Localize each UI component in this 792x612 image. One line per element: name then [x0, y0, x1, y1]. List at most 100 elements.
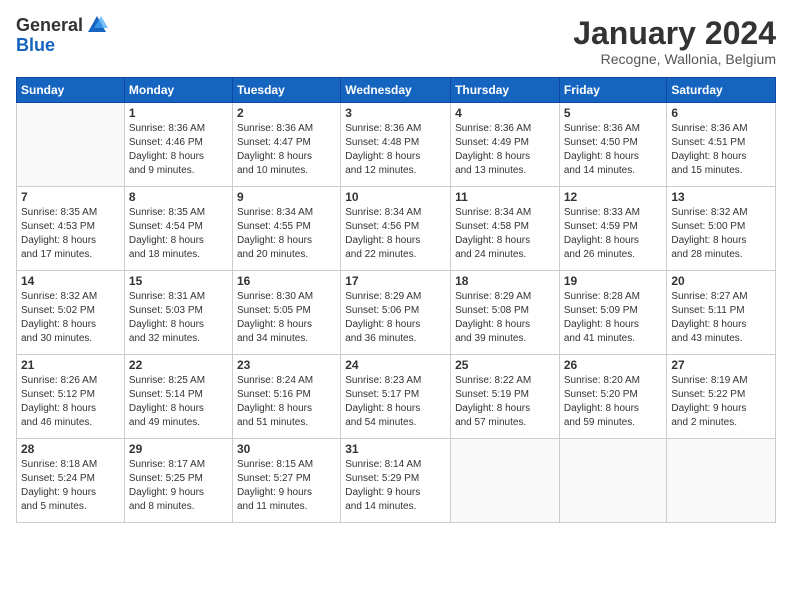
day-info: Sunrise: 8:36 AM Sunset: 4:46 PM Dayligh… — [129, 122, 228, 178]
day-info: Sunrise: 8:34 AM Sunset: 4:56 PM Dayligh… — [345, 206, 446, 262]
weekday-header-row: SundayMondayTuesdayWednesdayThursdayFrid… — [17, 78, 776, 103]
calendar-cell: 31 Sunrise: 8:14 AM Sunset: 5:29 PM Dayli… — [341, 439, 451, 523]
calendar-week-row: 21Sunrise: 8:26 AM Sunset: 5:12 PM Dayli… — [17, 355, 776, 439]
day-info: Sunrise: 8:17 AM Sunset: 5:25 PM Dayligh… — [129, 458, 228, 514]
month-title: January 2024 — [573, 16, 776, 51]
day-info: Sunrise: 8:20 AM Sunset: 5:20 PM Dayligh… — [564, 374, 663, 430]
calendar-week-row: 14 Sunrise: 8:32 AM Sunset: 5:02 PM Dayli… — [17, 271, 776, 355]
calendar-cell: 30 Sunrise: 8:15 AM Sunset: 5:27 PM Dayli… — [232, 439, 340, 523]
title-section: January 2024 Recogne, Wallonia, Belgium — [573, 16, 776, 67]
logo-blue: Blue — [16, 36, 108, 56]
calendar-cell: 3 Sunrise: 8:36 AM Sunset: 4:48 PM Daylig… — [341, 103, 451, 187]
calendar-cell: 27 Sunrise: 8:19 AM Sunset: 5:22 PM Dayli… — [667, 355, 776, 439]
day-number: 11 — [455, 190, 555, 204]
day-info: Sunrise: 8:32 AM Sunset: 5:02 PM Dayligh… — [21, 290, 120, 346]
calendar-cell: 7 Sunrise: 8:35 AM Sunset: 4:53 PM Daylig… — [17, 187, 125, 271]
day-info: Sunrise: 8:15 AM Sunset: 5:27 PM Dayligh… — [237, 458, 336, 514]
day-info: Sunrise: 8:29 AM Sunset: 5:08 PM Dayligh… — [455, 290, 555, 346]
weekday-header-sunday: Sunday — [17, 78, 125, 103]
calendar-cell: 13 Sunrise: 8:32 AM Sunset: 5:00 PM Dayli… — [667, 187, 776, 271]
calendar-cell: 10Sunrise: 8:34 AM Sunset: 4:56 PM Dayli… — [341, 187, 451, 271]
calendar-cell: 8 Sunrise: 8:35 AM Sunset: 4:54 PM Daylig… — [124, 187, 232, 271]
day-number: 19 — [564, 274, 663, 288]
day-info: Sunrise: 8:31 AM Sunset: 5:03 PM Dayligh… — [129, 290, 228, 346]
calendar-table: SundayMondayTuesdayWednesdayThursdayFrid… — [16, 77, 776, 523]
day-info: Sunrise: 8:25 AM Sunset: 5:14 PM Dayligh… — [129, 374, 228, 430]
day-info: Sunrise: 8:33 AM Sunset: 4:59 PM Dayligh… — [564, 206, 663, 262]
day-number: 4 — [455, 106, 555, 120]
day-number: 18 — [455, 274, 555, 288]
day-number: 20 — [671, 274, 771, 288]
day-number: 6 — [671, 106, 771, 120]
logo-general: General — [16, 16, 83, 36]
calendar-cell — [451, 439, 560, 523]
calendar-week-row: 1 Sunrise: 8:36 AM Sunset: 4:46 PM Daylig… — [17, 103, 776, 187]
calendar-cell: 22 Sunrise: 8:25 AM Sunset: 5:14 PM Dayli… — [124, 355, 232, 439]
calendar-cell: 23Sunrise: 8:24 AM Sunset: 5:16 PM Dayli… — [232, 355, 340, 439]
day-number: 27 — [671, 358, 771, 372]
day-info: Sunrise: 8:36 AM Sunset: 4:47 PM Dayligh… — [237, 122, 336, 178]
day-info: Sunrise: 8:36 AM Sunset: 4:49 PM Dayligh… — [455, 122, 555, 178]
calendar-cell: 15 Sunrise: 8:31 AM Sunset: 5:03 PM Dayli… — [124, 271, 232, 355]
day-info: Sunrise: 8:26 AM Sunset: 5:12 PM Dayligh… — [21, 374, 120, 430]
calendar-cell: 24Sunrise: 8:23 AM Sunset: 5:17 PM Dayli… — [341, 355, 451, 439]
weekday-header-saturday: Saturday — [667, 78, 776, 103]
day-info: Sunrise: 8:19 AM Sunset: 5:22 PM Dayligh… — [671, 374, 771, 430]
weekday-header-monday: Monday — [124, 78, 232, 103]
day-number: 12 — [564, 190, 663, 204]
day-info: Sunrise: 8:32 AM Sunset: 5:00 PM Dayligh… — [671, 206, 771, 262]
calendar-cell: 11 Sunrise: 8:34 AM Sunset: 4:58 PM Dayli… — [451, 187, 560, 271]
day-number: 3 — [345, 106, 446, 120]
day-info: Sunrise: 8:36 AM Sunset: 4:48 PM Dayligh… — [345, 122, 446, 178]
day-number: 2 — [237, 106, 336, 120]
header: General Blue January 2024 Recogne, Wallo… — [16, 16, 776, 67]
calendar-cell: 21Sunrise: 8:26 AM Sunset: 5:12 PM Dayli… — [17, 355, 125, 439]
day-number: 14 — [21, 274, 120, 288]
day-number: 22 — [129, 358, 228, 372]
calendar-week-row: 28 Sunrise: 8:18 AM Sunset: 5:24 PM Dayli… — [17, 439, 776, 523]
day-info: Sunrise: 8:27 AM Sunset: 5:11 PM Dayligh… — [671, 290, 771, 346]
day-number: 15 — [129, 274, 228, 288]
day-info: Sunrise: 8:18 AM Sunset: 5:24 PM Dayligh… — [21, 458, 120, 514]
calendar-cell: 1 Sunrise: 8:36 AM Sunset: 4:46 PM Daylig… — [124, 103, 232, 187]
weekday-header-tuesday: Tuesday — [232, 78, 340, 103]
day-number: 13 — [671, 190, 771, 204]
calendar-cell — [667, 439, 776, 523]
day-info: Sunrise: 8:22 AM Sunset: 5:19 PM Dayligh… — [455, 374, 555, 430]
day-number: 9 — [237, 190, 336, 204]
calendar-week-row: 7 Sunrise: 8:35 AM Sunset: 4:53 PM Daylig… — [17, 187, 776, 271]
day-number: 7 — [21, 190, 120, 204]
day-number: 8 — [129, 190, 228, 204]
calendar-cell: 29Sunrise: 8:17 AM Sunset: 5:25 PM Dayli… — [124, 439, 232, 523]
weekday-header-wednesday: Wednesday — [341, 78, 451, 103]
calendar-cell: 17Sunrise: 8:29 AM Sunset: 5:06 PM Dayli… — [341, 271, 451, 355]
day-number: 28 — [21, 442, 120, 456]
day-number: 26 — [564, 358, 663, 372]
day-info: Sunrise: 8:35 AM Sunset: 4:54 PM Dayligh… — [129, 206, 228, 262]
calendar-cell: 4 Sunrise: 8:36 AM Sunset: 4:49 PM Daylig… — [451, 103, 560, 187]
weekday-header-thursday: Thursday — [451, 78, 560, 103]
calendar-cell — [17, 103, 125, 187]
calendar-cell: 5Sunrise: 8:36 AM Sunset: 4:50 PM Daylig… — [559, 103, 667, 187]
day-number: 1 — [129, 106, 228, 120]
day-info: Sunrise: 8:34 AM Sunset: 4:58 PM Dayligh… — [455, 206, 555, 262]
calendar-cell: 19Sunrise: 8:28 AM Sunset: 5:09 PM Dayli… — [559, 271, 667, 355]
weekday-header-friday: Friday — [559, 78, 667, 103]
day-info: Sunrise: 8:35 AM Sunset: 4:53 PM Dayligh… — [21, 206, 120, 262]
calendar-cell: 16 Sunrise: 8:30 AM Sunset: 5:05 PM Dayli… — [232, 271, 340, 355]
calendar-cell: 9 Sunrise: 8:34 AM Sunset: 4:55 PM Daylig… — [232, 187, 340, 271]
day-number: 30 — [237, 442, 336, 456]
logo-icon — [86, 14, 108, 36]
day-info: Sunrise: 8:30 AM Sunset: 5:05 PM Dayligh… — [237, 290, 336, 346]
calendar-cell: 6 Sunrise: 8:36 AM Sunset: 4:51 PM Daylig… — [667, 103, 776, 187]
day-number: 16 — [237, 274, 336, 288]
calendar-cell: 12 Sunrise: 8:33 AM Sunset: 4:59 PM Dayli… — [559, 187, 667, 271]
day-info: Sunrise: 8:34 AM Sunset: 4:55 PM Dayligh… — [237, 206, 336, 262]
calendar-cell: 25Sunrise: 8:22 AM Sunset: 5:19 PM Dayli… — [451, 355, 560, 439]
logo: General Blue — [16, 16, 108, 56]
calendar-cell: 18 Sunrise: 8:29 AM Sunset: 5:08 PM Dayli… — [451, 271, 560, 355]
day-number: 31 — [345, 442, 446, 456]
day-info: Sunrise: 8:24 AM Sunset: 5:16 PM Dayligh… — [237, 374, 336, 430]
day-info: Sunrise: 8:14 AM Sunset: 5:29 PM Dayligh… — [345, 458, 446, 514]
day-info: Sunrise: 8:36 AM Sunset: 4:51 PM Dayligh… — [671, 122, 771, 178]
